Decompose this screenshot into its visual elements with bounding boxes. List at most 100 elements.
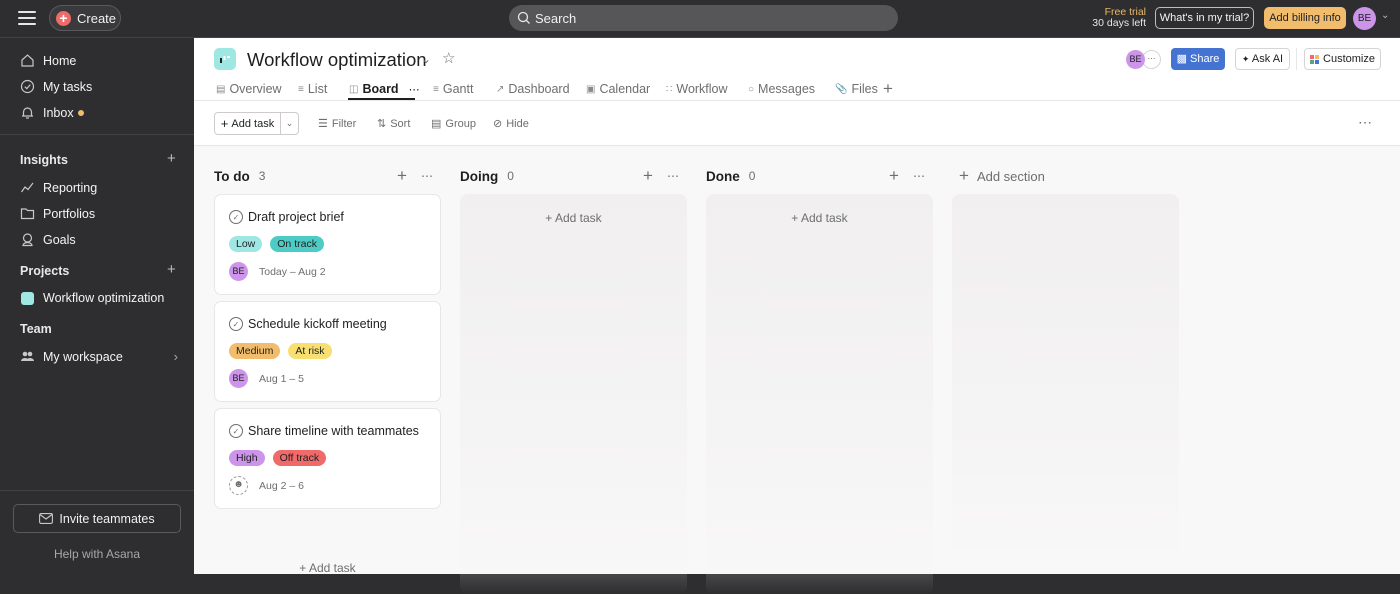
eye-off-icon: ⊘ bbox=[493, 118, 503, 130]
column-more-icon[interactable]: ⋯ bbox=[421, 169, 434, 183]
customize-button[interactable]: Customize bbox=[1304, 48, 1381, 70]
column-name[interactable]: To do bbox=[214, 169, 250, 184]
column-add-task-icon[interactable]: + bbox=[643, 166, 653, 186]
team-heading: Team bbox=[20, 322, 52, 336]
task-card[interactable]: ✓ Share timeline with teammates High Off … bbox=[214, 408, 441, 509]
add-task-button[interactable]: + Add task bbox=[214, 561, 441, 575]
assignee-avatar[interactable]: BE bbox=[229, 262, 248, 281]
tab-dashboard[interactable]: ↗ Dashboard bbox=[496, 79, 586, 99]
sidebar-item-portfolios[interactable]: Portfolios bbox=[20, 206, 95, 221]
sidebar-item-my-tasks[interactable]: My tasks bbox=[20, 79, 92, 94]
sidebar-item-goals[interactable]: Goals bbox=[20, 232, 76, 247]
tab-calendar[interactable]: ▣ Calendar bbox=[586, 79, 666, 99]
tab-label: Gantt bbox=[442, 82, 474, 96]
complete-check-icon[interactable]: ✓ bbox=[229, 210, 243, 224]
hide-button[interactable]: ⊘ Hide bbox=[493, 117, 529, 131]
chevron-down-icon[interactable]: ⌄ bbox=[421, 52, 431, 66]
create-button[interactable]: + Create bbox=[49, 5, 121, 31]
tab-board[interactable]: ◫ Board ⋯ bbox=[349, 79, 433, 99]
task-dates[interactable]: Aug 2 – 6 bbox=[259, 480, 304, 492]
member-avatar[interactable]: BE bbox=[1126, 50, 1145, 69]
tab-files[interactable]: 📎 Files bbox=[835, 79, 883, 99]
group-button[interactable]: ▤ Group bbox=[431, 117, 476, 131]
whats-in-trial-button[interactable]: What's in my trial? bbox=[1155, 7, 1254, 29]
project-icon bbox=[214, 48, 236, 70]
add-task-label: Add task bbox=[308, 561, 356, 575]
add-task-button[interactable]: + Add task bbox=[460, 211, 687, 225]
task-card[interactable]: ✓ Draft project brief Low On track BE Tod… bbox=[214, 194, 441, 295]
plus-icon: + bbox=[959, 166, 969, 185]
status-tag: At risk bbox=[288, 343, 332, 359]
user-avatar[interactable]: BE bbox=[1353, 7, 1376, 30]
column-count: 0 bbox=[748, 169, 756, 183]
paperclip-icon: 📎 bbox=[835, 83, 848, 95]
folder-icon bbox=[20, 206, 35, 221]
column-count: 0 bbox=[507, 169, 514, 183]
sparkle-icon: ✦ bbox=[1241, 54, 1252, 64]
plus-icon: + bbox=[220, 116, 229, 131]
filter-button[interactable]: ☰ Filter bbox=[318, 117, 356, 131]
tab-more-icon[interactable]: ⋯ bbox=[409, 83, 420, 96]
complete-check-icon[interactable]: ✓ bbox=[229, 317, 243, 331]
add-task-dropdown[interactable]: ⌄ bbox=[281, 113, 298, 134]
tab-list[interactable]: ≡ List bbox=[298, 79, 349, 99]
task-dates[interactable]: Aug 1 – 5 bbox=[259, 373, 304, 385]
team-icon bbox=[20, 349, 35, 364]
invite-teammates-button[interactable]: Invite teammates bbox=[13, 504, 181, 533]
mail-icon bbox=[39, 513, 54, 524]
board-icon: ◫ bbox=[349, 83, 359, 95]
tab-label: Dashboard bbox=[508, 82, 570, 96]
column-add-task-icon[interactable]: + bbox=[889, 166, 899, 186]
share-button[interactable]: ▩ Share bbox=[1171, 48, 1225, 70]
sidebar-item-label: Inbox bbox=[43, 105, 74, 120]
tab-messages[interactable]: ○ Messages bbox=[748, 79, 835, 99]
search-input[interactable]: Search bbox=[509, 5, 898, 31]
sidebar-item-my-workspace[interactable]: My workspace › bbox=[20, 349, 178, 364]
complete-check-icon[interactable]: ✓ bbox=[229, 424, 243, 438]
sort-button[interactable]: ⇅ Sort bbox=[377, 117, 410, 131]
add-billing-button[interactable]: Add billing info bbox=[1264, 7, 1346, 29]
assignee-avatar[interactable]: BE bbox=[229, 369, 248, 388]
project-color-icon bbox=[21, 291, 34, 305]
sidebar-item-label: Reporting bbox=[43, 180, 98, 195]
tab-gantt[interactable]: ≡ Gantt bbox=[433, 79, 496, 99]
sidebar-item-project[interactable]: Workflow optimization bbox=[20, 291, 164, 305]
sidebar-item-inbox[interactable]: Inbox bbox=[20, 105, 84, 120]
tab-label: Messages bbox=[758, 82, 816, 96]
customize-label: Customize bbox=[1323, 53, 1375, 65]
more-options-icon[interactable]: ⋯ bbox=[1358, 114, 1373, 131]
dashboard-icon: ↗ bbox=[496, 83, 505, 95]
tab-overview[interactable]: ▤ Overview bbox=[216, 79, 298, 99]
column-name[interactable]: Doing bbox=[460, 169, 498, 184]
column-name[interactable]: Done bbox=[706, 169, 740, 184]
add-tab-button[interactable]: + bbox=[883, 79, 893, 99]
sidebar-item-reporting[interactable]: Reporting bbox=[20, 180, 97, 195]
add-insight-button[interactable]: + bbox=[167, 150, 176, 167]
column-header: Done 0 + ⋯ bbox=[706, 166, 933, 186]
plus-icon: + bbox=[56, 10, 71, 26]
ask-ai-button[interactable]: ✦ Ask AI bbox=[1235, 48, 1290, 70]
priority-tag: Low bbox=[229, 236, 263, 252]
add-task-label: Add task bbox=[800, 211, 848, 225]
column-more-icon[interactable]: ⋯ bbox=[913, 169, 926, 183]
status-tag: On track bbox=[270, 236, 324, 252]
star-icon[interactable]: ☆ bbox=[442, 49, 455, 67]
chevron-down-icon[interactable]: ⌄ bbox=[1381, 10, 1389, 21]
column-add-task-icon[interactable]: + bbox=[397, 166, 407, 186]
trial-days-left: 30 days left bbox=[1092, 17, 1146, 29]
add-section-button[interactable]: + Add section bbox=[959, 166, 1045, 186]
help-link[interactable]: Help with Asana bbox=[0, 547, 194, 561]
task-card[interactable]: ✓ Schedule kickoff meeting Medium At risk… bbox=[214, 301, 441, 402]
column-more-icon[interactable]: ⋯ bbox=[667, 169, 680, 183]
unassigned-avatar-icon[interactable]: ☻ bbox=[229, 476, 248, 495]
tab-workflow[interactable]: ∷ Workflow bbox=[666, 79, 748, 99]
add-task-button[interactable]: + Add task bbox=[706, 211, 933, 225]
menu-icon[interactable] bbox=[18, 11, 36, 25]
add-project-button[interactable]: + bbox=[167, 261, 176, 278]
sidebar: Home My tasks Inbox Insights + Reporting… bbox=[0, 38, 194, 576]
main-content: Workflow optimization ⌄ ☆ ▤ Overview ≡ Lis… bbox=[194, 38, 1400, 594]
sidebar-item-home[interactable]: Home bbox=[20, 53, 76, 68]
add-task-button[interactable]: + Add task bbox=[215, 113, 281, 134]
group-label: Group bbox=[445, 117, 476, 130]
task-dates[interactable]: Today – Aug 2 bbox=[259, 266, 326, 278]
